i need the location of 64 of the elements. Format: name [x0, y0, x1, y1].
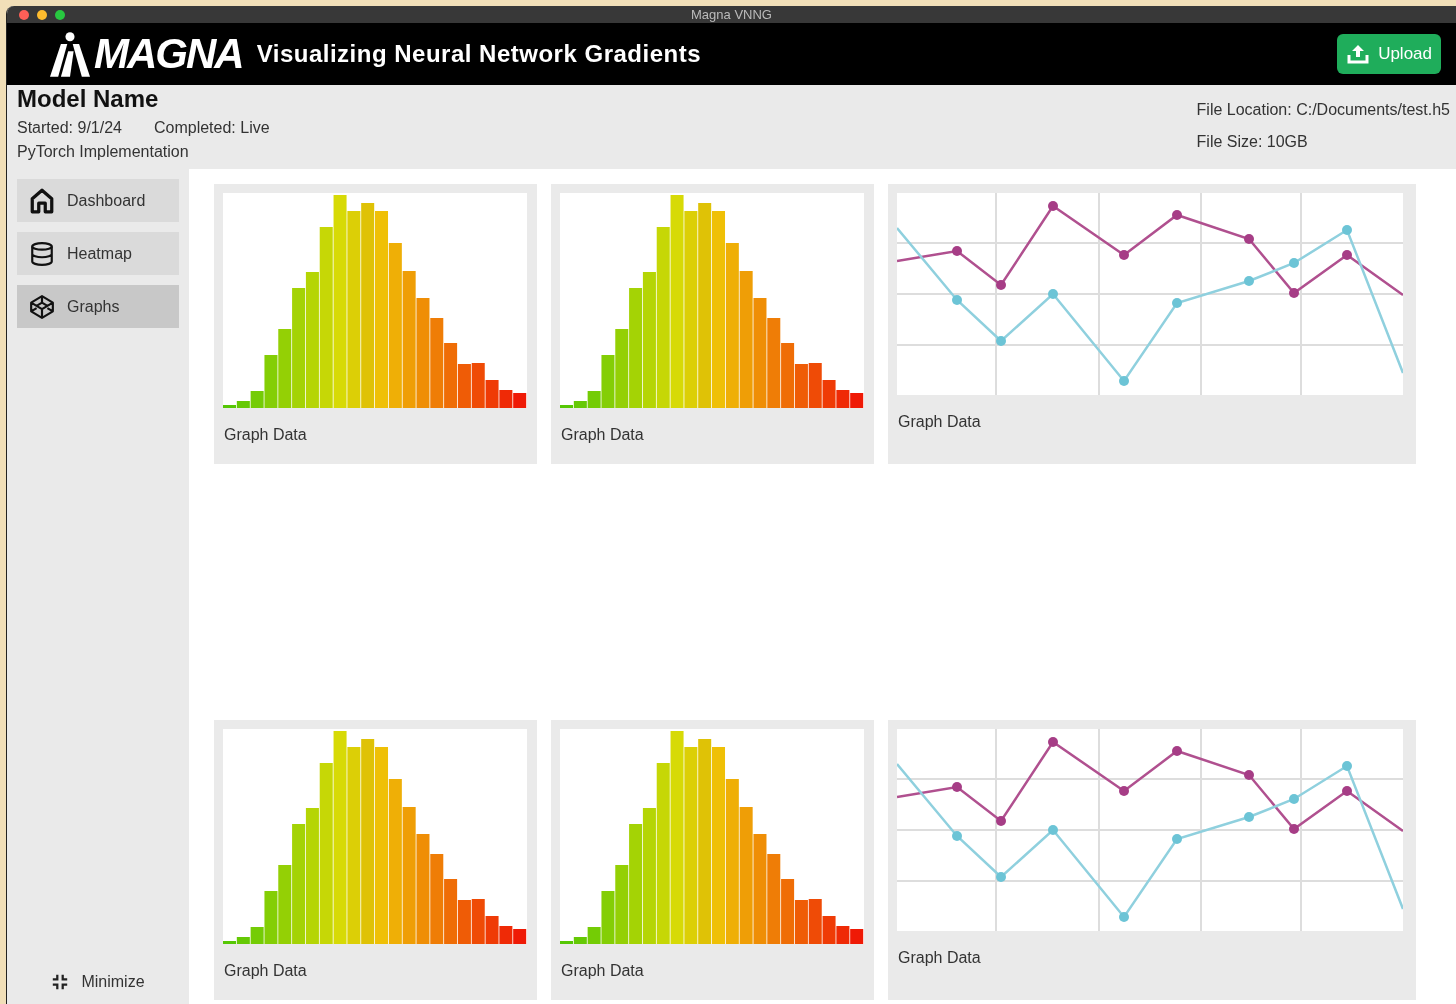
graph-caption: Graph Data — [560, 426, 645, 444]
implementation-label: PyTorch Implementation — [17, 143, 190, 161]
close-button[interactable] — [19, 10, 29, 20]
sidebar-item[interactable]: Dashboard — [17, 179, 179, 222]
data-point — [952, 246, 962, 256]
data-point — [1119, 912, 1129, 922]
app-title: Visualizing Neural Network Gradients — [256, 40, 701, 68]
data-point — [1172, 210, 1182, 220]
logo-text: MAGNA — [94, 30, 243, 78]
logo-mark-icon — [50, 29, 90, 79]
file-size: File Size: 10GB — [1196, 133, 1309, 151]
data-point — [1172, 834, 1182, 844]
data-point — [1172, 746, 1182, 756]
data-point — [952, 782, 962, 792]
graph-caption: Graph Data — [897, 413, 982, 431]
data-point — [1244, 770, 1254, 780]
data-point — [1289, 258, 1299, 268]
data-point — [1342, 761, 1352, 771]
data-point — [1119, 376, 1129, 386]
collapse-icon — [51, 973, 70, 991]
home-icon — [29, 187, 55, 214]
database-icon — [29, 240, 55, 267]
graph-caption: Graph Data — [560, 962, 645, 980]
histogram-bar — [513, 929, 527, 944]
data-point — [1244, 812, 1254, 822]
cube-icon — [29, 293, 55, 320]
zoom-button[interactable] — [55, 10, 65, 20]
data-point — [1048, 737, 1058, 747]
graph-caption: Graph Data — [223, 426, 308, 444]
minimize-window-button[interactable] — [37, 10, 47, 20]
data-point — [1048, 201, 1058, 211]
histogram-bar — [513, 393, 527, 408]
data-point — [1119, 786, 1129, 796]
model-name: Model Name — [17, 85, 160, 113]
window-title: Magna VNNG — [691, 7, 772, 22]
completed-status: Completed: Live — [153, 119, 270, 137]
data-point — [996, 336, 1006, 346]
histogram-bar — [850, 393, 864, 408]
data-point — [1048, 289, 1058, 299]
data-point — [1119, 250, 1129, 260]
data-point — [1342, 250, 1352, 260]
data-point — [952, 295, 962, 305]
graph-caption: Graph Data — [223, 962, 308, 980]
data-point — [1289, 794, 1299, 804]
data-point — [952, 831, 962, 841]
upload-icon — [1346, 42, 1371, 66]
graph-caption: Graph Data — [897, 949, 982, 967]
data-point — [996, 280, 1006, 290]
file-location: File Location: C:/Documents/test.h5 — [1196, 101, 1450, 119]
data-point — [1342, 786, 1352, 796]
data-point — [1048, 825, 1058, 835]
sidebar-item[interactable]: Heatmap — [17, 232, 179, 275]
data-point — [996, 872, 1006, 882]
data-point — [1172, 298, 1182, 308]
data-point — [1244, 234, 1254, 244]
data-point — [1289, 288, 1299, 298]
data-point — [1289, 824, 1299, 834]
data-point — [1244, 276, 1254, 286]
started-date: Started: 9/1/24 — [17, 119, 122, 137]
data-point — [996, 816, 1006, 826]
minimize-button[interactable]: Minimize — [45, 972, 151, 992]
histogram-bar — [850, 929, 864, 944]
data-point — [1342, 225, 1352, 235]
sidebar-item[interactable]: Graphs — [17, 285, 179, 328]
